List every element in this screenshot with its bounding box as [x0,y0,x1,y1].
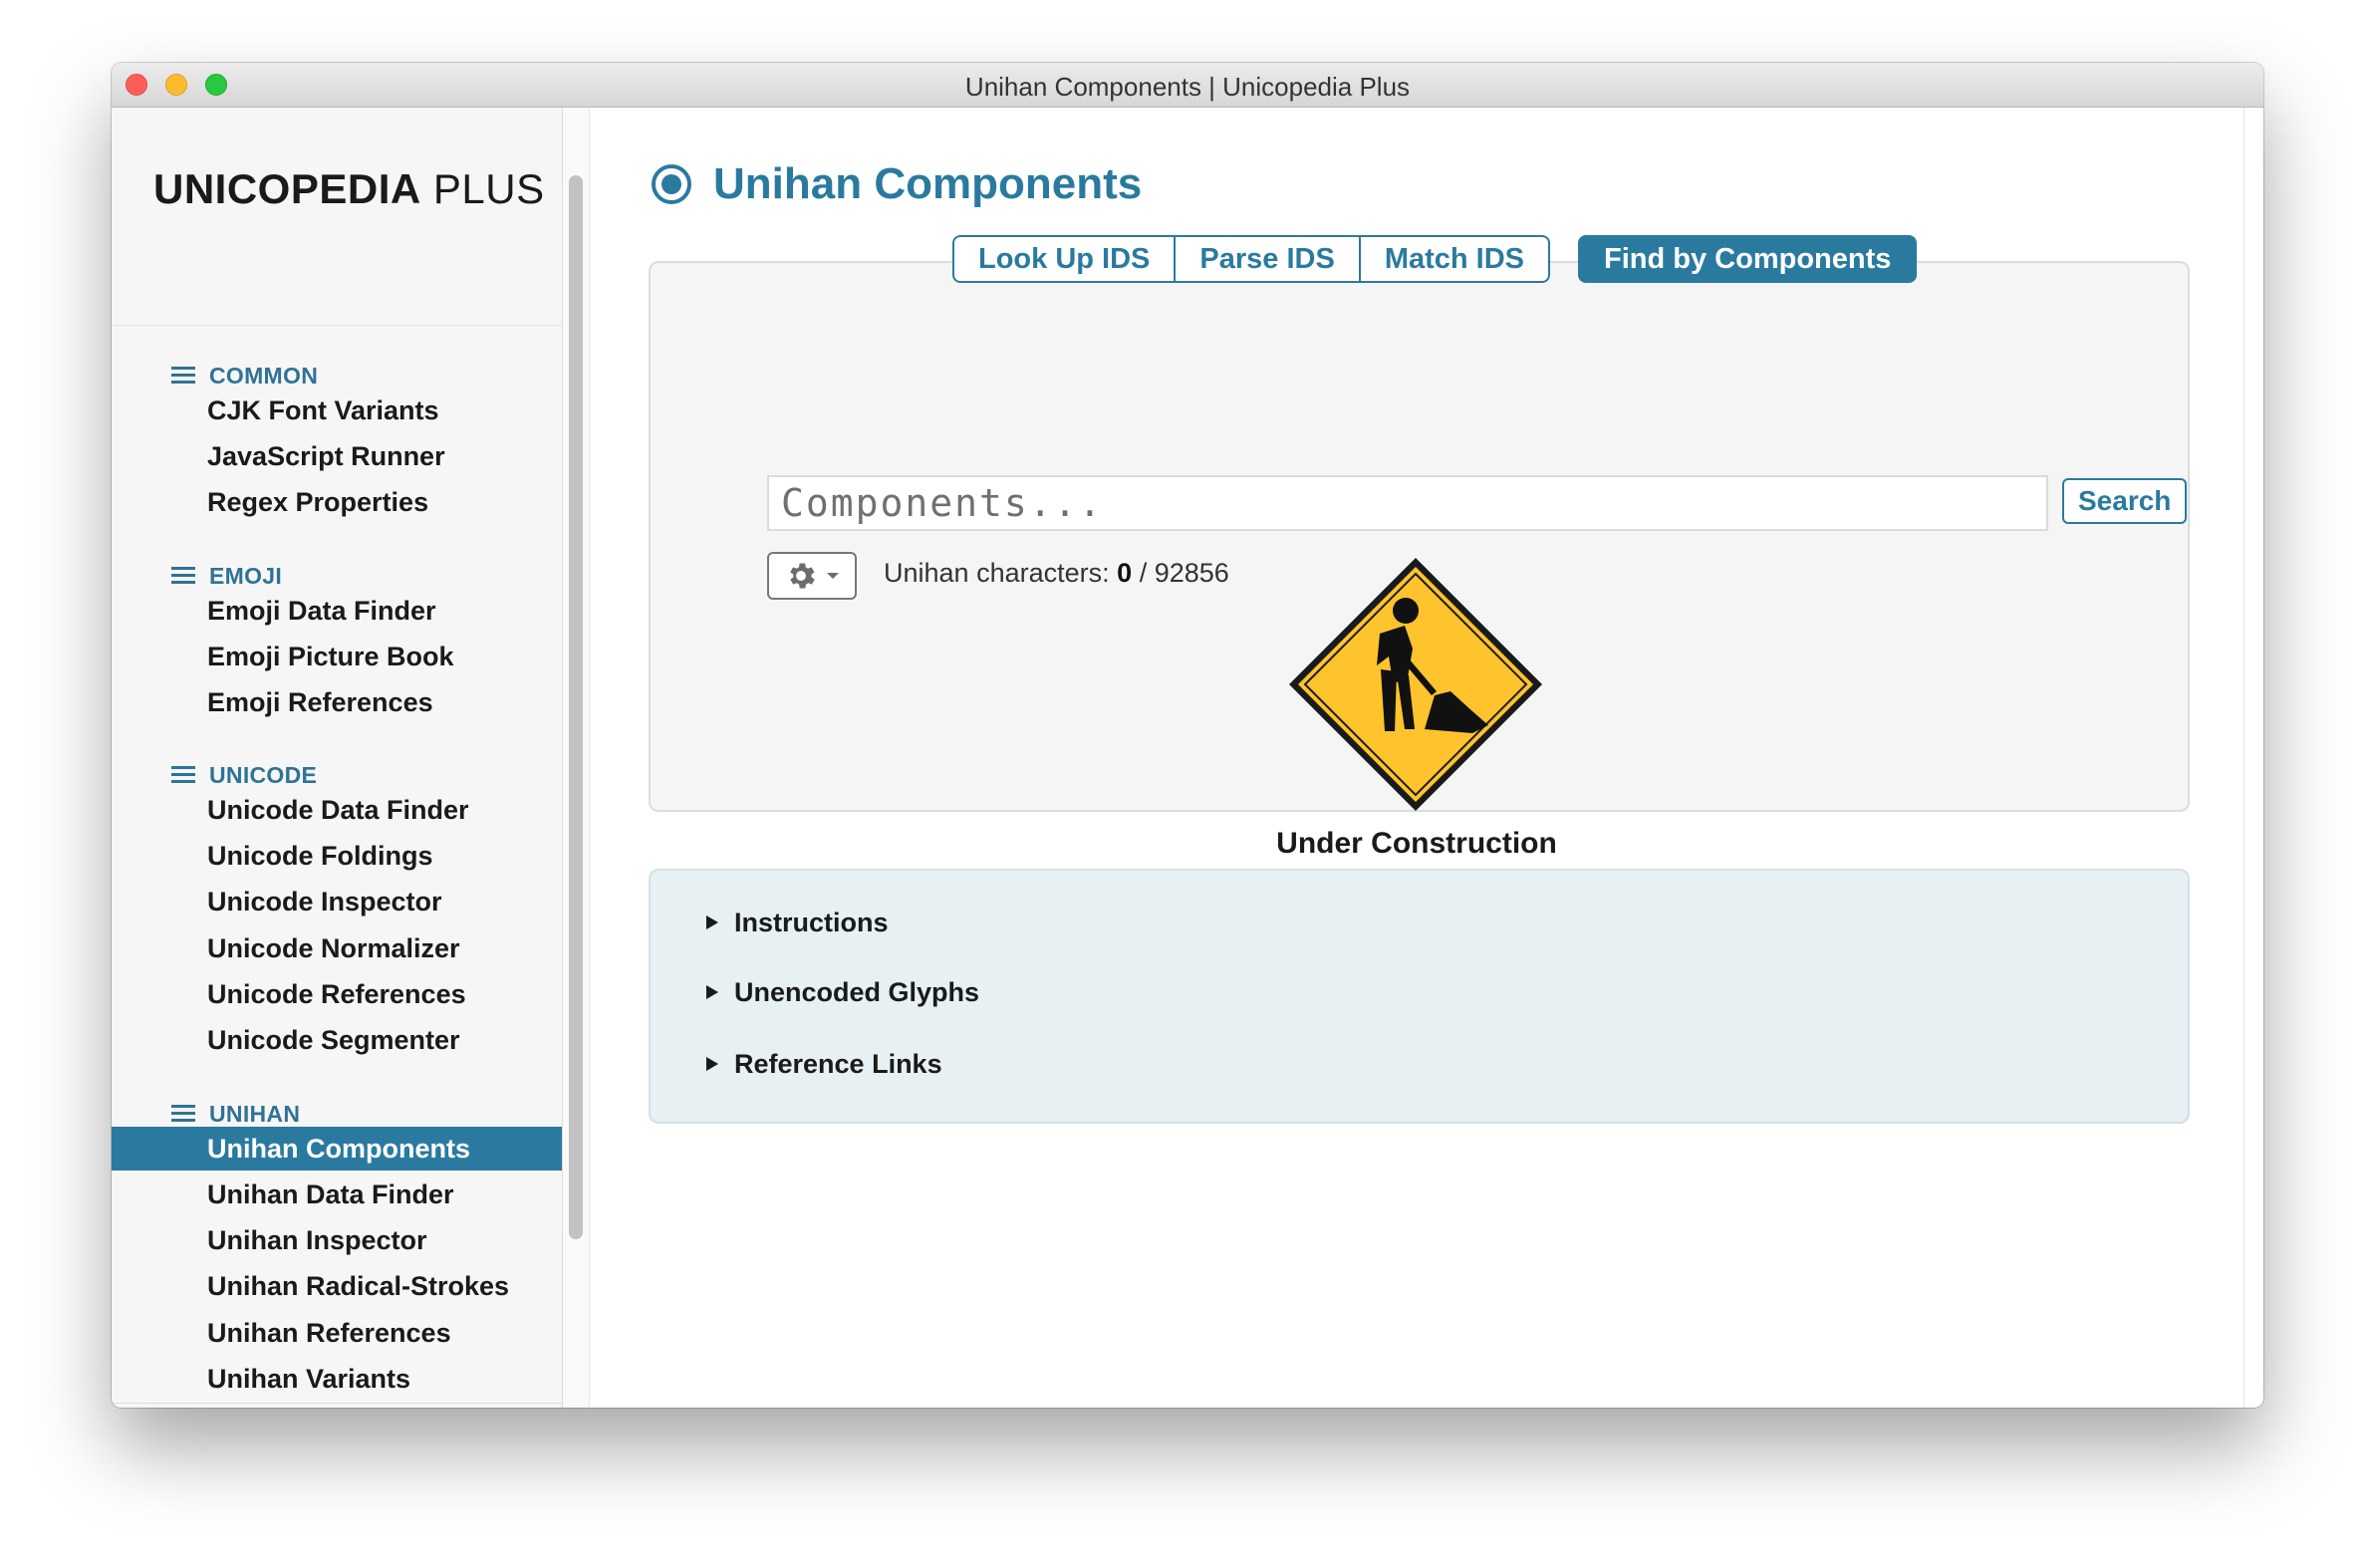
count-matched: 0 [1117,558,1133,588]
page-header: Unihan Components [652,159,1142,209]
count-total: 92856 [1154,558,1229,588]
disclosure-triangle-icon [706,915,718,929]
chevron-down-icon [827,573,839,579]
count-label: Unihan characters: [884,558,1110,588]
disclosure-label: Reference Links [734,1048,942,1079]
sidebar-item-unicode-normalizer[interactable]: Unicode Normalizer [112,926,562,970]
sidebar-item-unicode-data-finder[interactable]: Unicode Data Finder [112,788,562,832]
sidebar-bottom-divider [112,1403,562,1404]
window-title: Unihan Components | Unicopedia Plus [964,72,1411,102]
sidebar-scrollbar-thumb[interactable] [569,175,583,1239]
sidebar-heading-unicode[interactable]: UNICODE [171,760,317,790]
sidebar-item-emoji-references[interactable]: Emoji References [112,680,562,724]
count-separator: / [1139,558,1148,588]
hamburger-icon [171,567,195,585]
tab-find-by-components[interactable]: Find by Components [1578,235,1918,283]
hamburger-icon [171,1105,195,1123]
sidebar-heading-common[interactable]: COMMON [171,361,318,391]
sidebar-item-unihan-references[interactable]: Unihan References [112,1311,562,1355]
sidebar-item-unicode-segmenter[interactable]: Unicode Segmenter [112,1018,562,1062]
tab-look-up-ids[interactable]: Look Up IDS [952,235,1177,283]
main-content: Unihan Components Search Unihan characte… [590,108,2243,1408]
search-button[interactable]: Search [2062,478,2188,524]
sidebar-item-unihan-radical-strokes[interactable]: Unihan Radical-Strokes [112,1264,562,1308]
under-construction-label: Under Construction [1276,827,1557,860]
unencoded-glyphs-disclosure[interactable]: Unencoded Glyphs [706,972,979,1012]
under-construction-sign-icon [1289,558,1542,811]
sidebar-heading-label: COMMON [209,362,319,389]
tab-match-ids[interactable]: Match IDS [1360,235,1550,283]
sidebar-item-unicode-inspector[interactable]: Unicode Inspector [112,880,562,923]
sidebar-item-unihan-variants[interactable]: Unihan Variants [112,1357,562,1401]
sidebar-item-unihan-data-finder[interactable]: Unihan Data Finder [112,1173,562,1216]
disclosure-label: Instructions [734,907,889,937]
sidebar-heading-unihan[interactable]: UNIHAN [171,1099,300,1129]
sidebar-item-emoji-picture-book[interactable]: Emoji Picture Book [112,635,562,678]
components-search-input[interactable] [767,475,2048,531]
sidebar-heading-label: UNICODE [209,761,318,788]
window-right-edge [2243,108,2263,1408]
sidebar-item-unihan-inspector[interactable]: Unihan Inspector [112,1218,562,1262]
hamburger-icon [171,766,195,784]
options-menu-button[interactable] [767,552,857,600]
sidebar-heading-emoji[interactable]: EMOJI [171,561,282,591]
sidebar-heading-label: UNIHAN [209,1100,301,1127]
brand-divider [112,325,562,326]
sidebar-item-unihan-components[interactable]: Unihan Components [112,1127,562,1171]
sidebar: UNICOPEDIA PLUS COMMON CJK Font Variants… [112,108,563,1408]
tab-parse-ids[interactable]: Parse IDS [1176,235,1361,283]
mode-tabs: Look Up IDS Parse IDS Match IDS Find by … [952,235,1918,283]
app-brand: UNICOPEDIA PLUS [153,165,545,213]
sidebar-item-regex-properties[interactable]: Regex Properties [112,480,562,524]
sidebar-heading-label: EMOJI [209,562,283,589]
page-title: Unihan Components [713,159,1143,208]
title-bar: Unihan Components | Unicopedia Plus [112,63,2263,108]
radio-button-icon [652,164,691,204]
sidebar-item-unicode-foldings[interactable]: Unicode Foldings [112,834,562,878]
brand-suffix: PLUS [432,165,545,212]
sidebar-item-cjk-font-variants[interactable]: CJK Font Variants [112,389,562,432]
reference-links-disclosure[interactable]: Reference Links [706,1044,942,1084]
brand-name: UNICOPEDIA [153,165,421,212]
hamburger-icon [171,367,195,385]
disclosure-label: Unencoded Glyphs [734,976,980,1007]
app-window: Unihan Components | Unicopedia Plus UNIC… [112,63,2263,1408]
info-disclosures-panel: Instructions Unencoded Glyphs Reference … [649,869,2190,1124]
sidebar-item-emoji-data-finder[interactable]: Emoji Data Finder [112,589,562,633]
unihan-character-count: Unihan characters: 0 / 92856 [884,558,1229,589]
gear-icon [790,563,815,589]
disclosure-triangle-icon [706,985,718,999]
instructions-disclosure[interactable]: Instructions [706,903,889,942]
sidebar-item-unicode-references[interactable]: Unicode References [112,972,562,1016]
disclosure-triangle-icon [706,1057,718,1071]
sidebar-item-javascript-runner[interactable]: JavaScript Runner [112,434,562,478]
